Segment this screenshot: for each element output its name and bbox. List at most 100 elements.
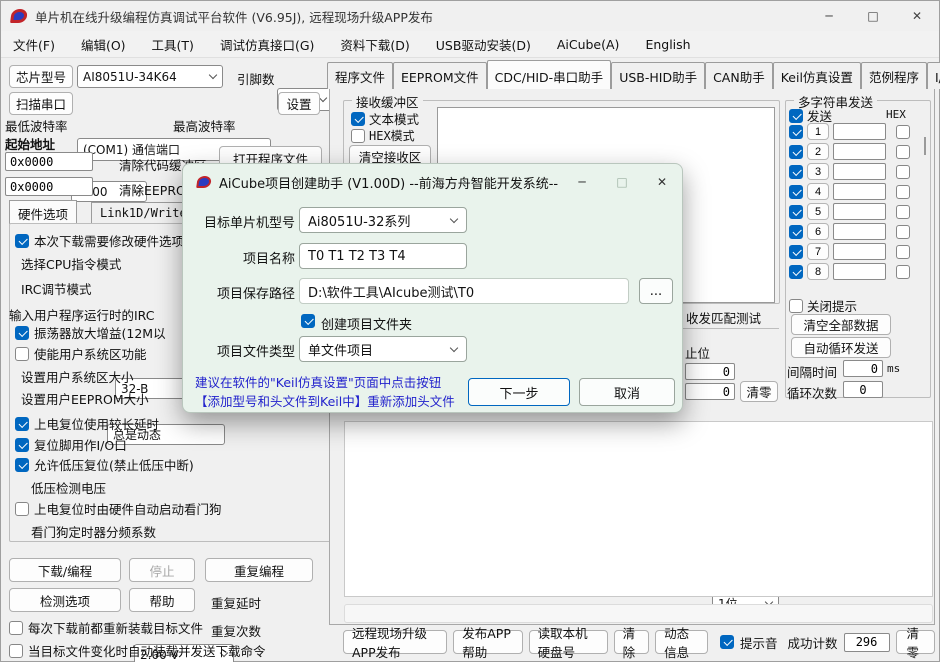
send-slot-button[interactable]: 4	[807, 183, 829, 200]
long-delay-checkbox[interactable]	[15, 416, 29, 431]
send-all-checkbox[interactable]	[789, 108, 803, 123]
project-name-input[interactable]: T0 T1 T2 T3 T4	[299, 243, 467, 269]
close-button[interactable]: ✕	[895, 1, 939, 31]
tab-eeprom-file[interactable]: EEPROM文件	[393, 62, 487, 89]
read-disk-button[interactable]: 读取本机硬盘号	[528, 626, 608, 660]
tab-usb-hid[interactable]: USB-HID助手	[611, 62, 706, 89]
send-data-input[interactable]	[833, 263, 886, 280]
send-slot-button[interactable]: 7	[807, 243, 829, 260]
menu-file[interactable]: 文件(F)	[13, 35, 55, 54]
send-enable-checkbox[interactable]	[789, 264, 803, 279]
send-enable-checkbox[interactable]	[789, 204, 803, 219]
send-enable-checkbox[interactable]	[789, 144, 803, 159]
clear-all-data-button[interactable]: 清空全部数据	[791, 314, 891, 335]
chip-type-button[interactable]: 芯片型号	[9, 65, 73, 88]
menu-tools[interactable]: 工具(T)	[152, 35, 194, 54]
user-sys-checkbox[interactable]	[15, 346, 29, 361]
project-path-input[interactable]: D:\软件工具\AIcube测试\T0	[299, 278, 629, 304]
send-hex-checkbox[interactable]	[896, 164, 910, 179]
tab-io-config[interactable]: I/O口配置	[926, 62, 940, 89]
dialog-close-button[interactable]: ✕	[642, 167, 682, 197]
send-data-input[interactable]	[833, 243, 886, 260]
eeprom-start-address-input[interactable]	[5, 177, 93, 196]
autoload-checkbox[interactable]	[9, 643, 23, 658]
repeat-program-button[interactable]: 重复编程	[205, 558, 313, 582]
scan-port-button[interactable]: 扫描串口	[9, 92, 73, 115]
dynamic-info-button[interactable]: 动态信息	[655, 626, 709, 660]
send-enable-checkbox[interactable]	[789, 244, 803, 259]
menu-english[interactable]: English	[645, 37, 690, 52]
cancel-button[interactable]: 取消	[579, 378, 675, 406]
modify-hw-checkbox[interactable]	[15, 233, 29, 248]
hex-mode-checkbox[interactable]	[351, 128, 365, 143]
output-textarea[interactable]	[344, 421, 933, 597]
send-hex-checkbox[interactable]	[896, 244, 910, 259]
send-hex-checkbox[interactable]	[896, 204, 910, 219]
tab-can[interactable]: CAN助手	[705, 62, 773, 89]
menu-downloads[interactable]: 资料下载(D)	[340, 35, 409, 54]
send-data-input[interactable]	[833, 223, 886, 240]
menu-program[interactable]: 编辑(O)	[81, 35, 126, 54]
status-input[interactable]	[344, 604, 933, 623]
loop-count-input[interactable]	[843, 381, 883, 398]
minimize-button[interactable]: ─	[807, 1, 851, 31]
dialog-minimize-button[interactable]: ─	[562, 167, 602, 197]
send-enable-checkbox[interactable]	[789, 164, 803, 179]
send-slot-button[interactable]: 8	[807, 263, 829, 280]
send-data-input[interactable]	[833, 203, 886, 220]
tab-keil-sim[interactable]: Keil仿真设置	[772, 62, 861, 89]
stop-button[interactable]: 停止	[129, 558, 195, 582]
menu-aicube[interactable]: AiCube(A)	[557, 37, 620, 52]
send-slot-button[interactable]: 1	[807, 123, 829, 140]
close-tip-checkbox[interactable]	[789, 298, 803, 313]
next-button[interactable]: 下一步	[468, 378, 570, 406]
publish-app-button[interactable]: 远程现场升级APP发布	[343, 626, 448, 660]
interval-input[interactable]	[843, 360, 883, 377]
browse-button[interactable]: ...	[639, 278, 673, 304]
send-hex-checkbox[interactable]	[896, 264, 910, 279]
send-enable-checkbox[interactable]	[789, 184, 803, 199]
send-slot-button[interactable]: 3	[807, 163, 829, 180]
create-folder-checkbox[interactable]	[301, 314, 315, 328]
app-help-button[interactable]: 发布APP帮助	[453, 626, 523, 660]
osc-gain-checkbox[interactable]	[15, 325, 29, 340]
check-options-button[interactable]: 检测选项	[9, 588, 121, 612]
send-data-input[interactable]	[833, 143, 886, 160]
tab-examples[interactable]: 范例程序	[860, 62, 927, 89]
send-enable-checkbox[interactable]	[789, 124, 803, 139]
scrollbar-thumb[interactable]	[924, 137, 926, 155]
send-hex-checkbox[interactable]	[896, 124, 910, 139]
clear-button[interactable]: 清除	[613, 626, 650, 660]
menu-debug-interface[interactable]: 调试仿真接口(G)	[220, 35, 314, 54]
success-count-input[interactable]	[843, 632, 890, 652]
mcu-type-select[interactable]: Ai8051U-32系列	[299, 207, 467, 233]
port-settings-button[interactable]: 设置	[278, 92, 320, 115]
send-slot-button[interactable]: 6	[807, 223, 829, 240]
reload-checkbox[interactable]	[9, 620, 23, 635]
send-hex-checkbox[interactable]	[896, 224, 910, 239]
beep-checkbox[interactable]	[720, 635, 735, 649]
text-mode-checkbox[interactable]	[351, 111, 365, 126]
counter-clear-button[interactable]: 清零	[740, 381, 778, 402]
counter1-input[interactable]	[685, 363, 735, 380]
maximize-button[interactable]: □	[851, 1, 895, 31]
send-data-input[interactable]	[833, 123, 886, 140]
help-button[interactable]: 帮助	[129, 588, 195, 612]
send-slot-button[interactable]: 5	[807, 203, 829, 220]
send-data-input[interactable]	[833, 163, 886, 180]
menu-usb-driver[interactable]: USB驱动安装(D)	[436, 35, 531, 54]
dialog-maximize-button[interactable]: □	[602, 167, 642, 197]
wdt-checkbox[interactable]	[15, 501, 29, 516]
reset-io-checkbox[interactable]	[15, 437, 29, 452]
tab-cdc-hid-serial[interactable]: CDC/HID-串口助手	[486, 60, 612, 89]
send-hex-checkbox[interactable]	[896, 184, 910, 199]
chip-type-select[interactable]: AI8051U-34K64	[77, 65, 223, 88]
send-data-input[interactable]	[833, 183, 886, 200]
count-zero-button[interactable]: 清零	[895, 626, 935, 660]
send-hex-checkbox[interactable]	[896, 144, 910, 159]
code-start-address-input[interactable]	[5, 152, 93, 171]
send-enable-checkbox[interactable]	[789, 224, 803, 239]
auto-loop-send-button[interactable]: 自动循环发送	[791, 337, 891, 358]
project-type-select[interactable]: 单文件项目	[299, 336, 467, 362]
download-program-button[interactable]: 下载/编程	[9, 558, 121, 582]
